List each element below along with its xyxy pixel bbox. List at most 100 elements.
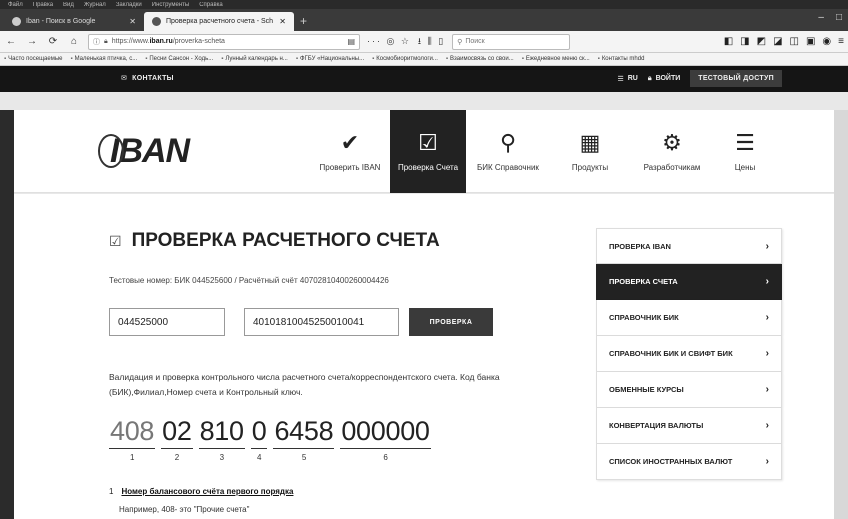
menu-bookmarks[interactable]: Закладки — [116, 2, 142, 8]
bik-input[interactable] — [109, 308, 225, 336]
reload-icon[interactable]: ⟳ — [46, 36, 60, 47]
maximize-icon[interactable]: □ — [836, 12, 842, 23]
sidebar-item-bik-swift[interactable]: СПРАВОЧНИК БИК И СВИФТ БИК › — [596, 336, 782, 372]
account-segment: 02 2 — [161, 416, 193, 462]
extension-icon[interactable]: ◉ — [822, 36, 831, 47]
nav-bik-directory[interactable]: ⚲ БИК Справочник — [466, 110, 550, 193]
note-link[interactable]: Номер балансового счёта первого порядка — [121, 487, 293, 496]
new-tab-icon[interactable]: + — [294, 14, 313, 31]
bookmark-item[interactable]: Контакты mhdd — [598, 56, 645, 62]
site-topbar-right: ☰ RU 🔒︎ ВОЙТИ ТЕСТОВЫЙ ДОСТУП — [617, 70, 782, 87]
nav-check-iban[interactable]: ✔ Проверить IBAN — [310, 110, 390, 193]
back-icon[interactable]: ← — [4, 36, 18, 47]
bookmark-item[interactable]: Песни Сансон - Ходь... — [145, 56, 213, 62]
menu-history[interactable]: Журнал — [84, 2, 106, 8]
iban-logo[interactable]: IBAN — [98, 132, 190, 171]
note-number: 1 — [109, 487, 114, 496]
forward-icon[interactable]: → — [25, 36, 39, 47]
extension-icon[interactable]: ◧ — [724, 36, 733, 47]
chevron-right-icon: › — [765, 456, 769, 467]
menu-view[interactable]: Вид — [63, 2, 74, 8]
nav-label: Продукты — [571, 163, 609, 172]
menu-file[interactable]: Файл — [8, 2, 23, 8]
segment-value: 02 — [161, 416, 193, 449]
login-link[interactable]: 🔒︎ ВОЙТИ — [648, 75, 680, 83]
chevron-right-icon: › — [765, 420, 769, 431]
nav-label: БИК Справочник — [477, 163, 539, 172]
sidebar-item-check-account[interactable]: ПРОВЕРКА СЧЕТА › — [596, 264, 782, 300]
bookmark-item[interactable]: Часто посещаемые — [4, 56, 62, 62]
lock-icon: 🔒︎ — [647, 74, 652, 82]
page-right-edge — [834, 110, 848, 519]
reader-view-icon[interactable]: ▤ — [347, 37, 355, 46]
home-icon[interactable]: ⌂ — [67, 36, 81, 47]
sidebar-item-label: ОБМЕННЫЕ КУРСЫ — [609, 385, 684, 394]
account-segment: 0 4 — [250, 416, 268, 462]
search-input[interactable]: ⚲ Поиск — [452, 33, 571, 50]
menu-edit[interactable]: Правка — [33, 2, 53, 8]
google-favicon-icon — [12, 17, 21, 26]
url-text: https://www.iban.ru/proverka-scheta — [111, 38, 225, 45]
bookmark-item[interactable]: Ежедневное меню ск... — [522, 56, 590, 62]
segment-value: 6458 — [273, 416, 335, 449]
nav-label: Проверка Счета — [397, 163, 459, 172]
contacts-label: КОНТАКТЫ — [132, 74, 174, 82]
sidebar-item-bik-directory[interactable]: СПРАВОЧНИК БИК › — [596, 300, 782, 336]
extension-icon[interactable]: ▣ — [806, 36, 815, 47]
menu-icon[interactable]: ≡ — [838, 36, 844, 47]
nav-label: Цены — [734, 163, 756, 172]
nav-label: Разработчикам — [643, 163, 701, 172]
sidebar-item-currency-conversion[interactable]: КОНВЕРТАЦИЯ ВАЛЮТЫ › — [596, 408, 782, 444]
sidebar-item-check-iban[interactable]: ПРОВЕРКА IBAN › — [596, 228, 782, 264]
bookmark-item[interactable]: Взаимосвязь со свои... — [446, 56, 514, 62]
close-tab-icon[interactable]: ✕ — [129, 17, 136, 26]
sidebar-item-exchange-rates[interactable]: ОБМЕННЫЕ КУРСЫ › — [596, 372, 782, 408]
bookmark-item[interactable]: ФГБУ «Национальны... — [296, 56, 364, 62]
sidebar-item-label: ПРОВЕРКА СЧЕТА — [609, 277, 678, 286]
grid-icon: ▦ — [579, 130, 601, 155]
minimize-icon[interactable]: – — [818, 12, 824, 23]
nav-prices[interactable]: ☰ Цены — [714, 110, 776, 193]
tab-iban[interactable]: Проверка расчетного счета - Sch ✕ — [144, 12, 294, 31]
extension-icon[interactable]: ◩ — [757, 36, 766, 47]
segment-value: 0 — [250, 416, 268, 449]
extension-icons: ◧ ◨ ◩ ◪ ◫ ▣ ◉ ≡ — [724, 36, 844, 47]
tab-strip: Iban - Поиск в Google ✕ Проверка расчетн… — [0, 9, 848, 31]
nav-developers[interactable]: ⚙ Разработчикам — [630, 110, 714, 193]
extension-icon[interactable]: ◪ — [773, 36, 782, 47]
url-bar[interactable]: ⓘ 🔒︎ https://www.iban.ru/proverka-scheta… — [88, 33, 360, 50]
nav-check-account[interactable]: ☑ Проверка Счета — [390, 110, 466, 193]
check-button[interactable]: ПРОВЕРКА — [409, 308, 493, 336]
contacts-link[interactable]: ✉ КОНТАКТЫ — [121, 74, 174, 83]
bookmark-item[interactable]: Космобиоритмологи... — [372, 56, 438, 62]
checkbox-icon: ☑ — [109, 232, 122, 249]
sidebar-item-label: СПРАВОЧНИК БИК И СВИФТ БИК — [609, 349, 733, 358]
tab-google[interactable]: Iban - Поиск в Google ✕ — [4, 12, 144, 31]
close-tab-icon[interactable]: ✕ — [279, 17, 286, 26]
chevron-right-icon: › — [765, 312, 769, 323]
test-access-button[interactable]: ТЕСТОВЫЙ ДОСТУП — [690, 70, 782, 87]
search-placeholder: Поиск — [465, 38, 485, 45]
note-example: Например, 408- это "Прочие счета" — [119, 505, 250, 514]
menu-help[interactable]: Справка — [199, 2, 223, 8]
sidebar-item-foreign-currencies[interactable]: СПИСОК ИНОСТРАННЫХ ВАЛЮТ › — [596, 444, 782, 480]
segment-note: 1 Номер балансового счёта первого порядка — [109, 487, 293, 496]
nav-products[interactable]: ▦ Продукты — [550, 110, 630, 193]
extension-icon[interactable]: ◫ — [790, 36, 799, 47]
bookmark-item[interactable]: Маленькая птичка, с... — [70, 56, 138, 62]
info-icon[interactable]: ⓘ — [93, 37, 100, 47]
menu-tools[interactable]: Инструменты — [152, 2, 189, 8]
os-menubar: Файл Правка Вид Журнал Закладки Инструме… — [0, 0, 848, 9]
site-header: IBAN ✔ Проверить IBAN ☑ Проверка Счета ⚲… — [14, 110, 834, 193]
page-content: ☑ ПРОВЕРКА РАСЧЕТНОГО СЧЕТА Тестовые ном… — [14, 194, 834, 519]
bookmark-item[interactable]: Лунный календарь н... — [221, 56, 288, 62]
account-input[interactable] — [244, 308, 399, 336]
extension-icon[interactable]: ◨ — [740, 36, 749, 47]
list-icon: ☰ — [735, 130, 755, 155]
page-actions-icon[interactable]: ··· ◎ ☆ — [367, 36, 411, 47]
download-icon[interactable]: ⭳ ⫼ ▯ — [418, 34, 445, 50]
tab-label: Iban - Поиск в Google — [26, 18, 96, 25]
globe-icon — [98, 134, 124, 168]
bookmarks-bar: Часто посещаемые Маленькая птичка, с... … — [0, 53, 848, 66]
language-selector[interactable]: ☰ RU — [617, 75, 637, 83]
